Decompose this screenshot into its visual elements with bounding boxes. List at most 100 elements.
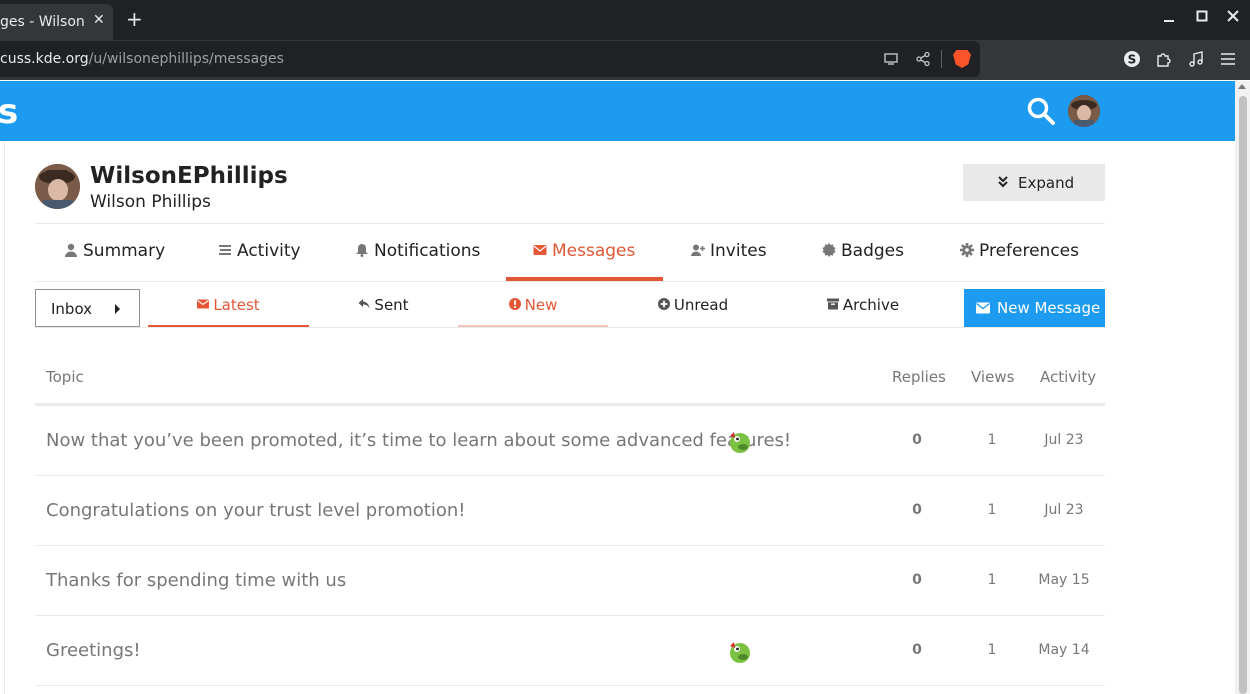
tab-badges[interactable]: Badges	[822, 241, 904, 281]
filter-label: Latest	[213, 296, 260, 314]
tab-label: Preferences	[979, 241, 1079, 261]
filter-label: New	[524, 296, 558, 314]
site-header: s	[0, 81, 1235, 141]
replies-count: 0	[912, 502, 922, 518]
browser-tab-bar: ges - Wilson ✕ +	[0, 0, 1250, 40]
user-avatar[interactable]	[35, 164, 80, 209]
url-host: cuss.kde.org	[0, 51, 89, 67]
filter-sent[interactable]: Sent	[309, 296, 458, 328]
tab-label: Activity	[237, 241, 301, 261]
archive-icon	[826, 298, 839, 310]
reply-icon	[358, 299, 370, 309]
extensions-puzzle-icon[interactable]	[1155, 50, 1173, 68]
scroll-up-arrow-icon[interactable]	[1238, 84, 1246, 89]
activity-date[interactable]: Jul 23	[1030, 502, 1098, 518]
brave-shields-icon[interactable]	[953, 50, 971, 68]
browser-toolbar: cuss.kde.org/u/wilsonephillips/messages …	[0, 40, 1250, 80]
expand-label: Expand	[1018, 174, 1075, 192]
table-row[interactable]: Greetings! 0 1 May 14	[35, 616, 1105, 686]
url-path: /u/wilsonephillips/messages	[88, 51, 284, 67]
user-card-divider	[35, 223, 1105, 224]
tab-title: ges - Wilson	[0, 14, 84, 30]
column-header-topic[interactable]: Topic	[46, 368, 84, 386]
filter-new[interactable]: New	[458, 296, 608, 328]
system-avatar-icon[interactable]	[728, 640, 752, 664]
replies-count: 0	[912, 642, 922, 658]
current-user-avatar[interactable]	[1068, 95, 1100, 127]
stream-icon	[219, 245, 231, 255]
column-header-activity[interactable]: Activity	[1040, 368, 1096, 386]
topic-title-link[interactable]: Greetings!	[46, 640, 141, 661]
topic-title-link[interactable]: Now that you’ve been promoted, it’s time…	[46, 430, 791, 451]
toolbar-divider	[941, 50, 942, 68]
filter-label: Archive	[842, 296, 900, 314]
cast-icon[interactable]	[883, 51, 899, 67]
tab-label: Summary	[83, 241, 166, 261]
user-plus-icon	[691, 244, 705, 256]
tab-label: Notifications	[374, 241, 481, 261]
username: WilsonEPhillips	[90, 163, 288, 189]
sub-nav-divider	[35, 327, 1105, 328]
exclamation-circle-icon	[508, 298, 521, 310]
url-text: cuss.kde.org/u/wilsonephillips/messages	[0, 51, 284, 67]
tab-label: Messages	[552, 241, 636, 261]
table-row[interactable]: Now that you’ve been promoted, it’s time…	[35, 406, 1105, 476]
tab-close-button[interactable]: ✕	[93, 12, 105, 28]
tab-messages[interactable]: Messages	[533, 241, 635, 281]
minimize-icon[interactable]	[1161, 9, 1177, 27]
activity-date[interactable]: May 15	[1030, 572, 1098, 588]
new-message-button[interactable]: New Message	[964, 289, 1105, 327]
browser-tab[interactable]: ges - Wilson ✕	[0, 4, 113, 40]
inbox-dropdown[interactable]: Inbox	[35, 289, 140, 327]
double-chevron-down-icon	[997, 175, 1009, 189]
certificate-icon	[822, 243, 836, 257]
svg-text:S: S	[1128, 53, 1137, 67]
filter-latest[interactable]: Latest	[148, 296, 309, 328]
tab-activity[interactable]: Activity	[218, 241, 301, 281]
topic-title-link[interactable]: Congratulations on your trust level prom…	[46, 500, 466, 521]
cog-icon	[960, 243, 974, 257]
views-count: 1	[987, 572, 997, 588]
tab-notifications[interactable]: Notifications	[355, 241, 480, 281]
activity-date[interactable]: Jul 23	[1030, 432, 1098, 448]
views-count: 1	[987, 432, 997, 448]
tab-preferences[interactable]: Preferences	[960, 241, 1079, 281]
replies-count: 0	[912, 572, 922, 588]
profile-nav-divider	[35, 281, 1105, 282]
table-row[interactable]: Congratulations on your trust level prom…	[35, 476, 1105, 546]
plus-circle-icon	[657, 298, 670, 310]
filter-label: Sent	[374, 296, 409, 314]
column-header-replies[interactable]: Replies	[892, 368, 946, 386]
views-count: 1	[987, 642, 997, 658]
browser-menu-icon[interactable]	[1219, 50, 1237, 68]
user-icon	[65, 243, 77, 257]
envelope-icon	[976, 302, 990, 314]
envelope-icon	[197, 299, 210, 309]
tab-summary[interactable]: Summary	[64, 241, 165, 281]
media-music-icon[interactable]	[1187, 50, 1205, 68]
filter-label: Unread	[673, 296, 729, 314]
search-icon[interactable]	[1026, 96, 1056, 126]
address-bar[interactable]: cuss.kde.org/u/wilsonephillips/messages	[0, 41, 980, 77]
maximize-icon[interactable]	[1194, 9, 1210, 27]
bell-icon	[356, 244, 368, 257]
expand-button[interactable]: Expand	[963, 164, 1105, 201]
system-avatar-icon[interactable]	[728, 430, 752, 454]
topic-title-link[interactable]: Thanks for spending time with us	[46, 570, 346, 591]
activity-date[interactable]: May 14	[1030, 642, 1098, 658]
replies-count: 0	[912, 432, 922, 448]
new-message-label: New Message	[997, 299, 1101, 317]
column-header-views[interactable]: Views	[971, 368, 1014, 386]
tab-invites[interactable]: Invites	[691, 241, 767, 281]
envelope-icon	[533, 245, 547, 255]
site-logo[interactable]: s	[0, 92, 18, 132]
scrollbar-thumb[interactable]	[1239, 96, 1247, 694]
new-tab-button[interactable]: +	[126, 9, 143, 29]
table-row[interactable]: Thanks for spending time with us 0 1 May…	[35, 546, 1105, 616]
close-window-icon[interactable]	[1225, 9, 1241, 27]
filter-archive[interactable]: Archive	[778, 296, 948, 328]
share-icon[interactable]	[915, 51, 931, 67]
extension-s-icon[interactable]: S	[1123, 50, 1141, 68]
filter-unread[interactable]: Unread	[608, 296, 778, 328]
caret-right-icon	[115, 304, 120, 314]
